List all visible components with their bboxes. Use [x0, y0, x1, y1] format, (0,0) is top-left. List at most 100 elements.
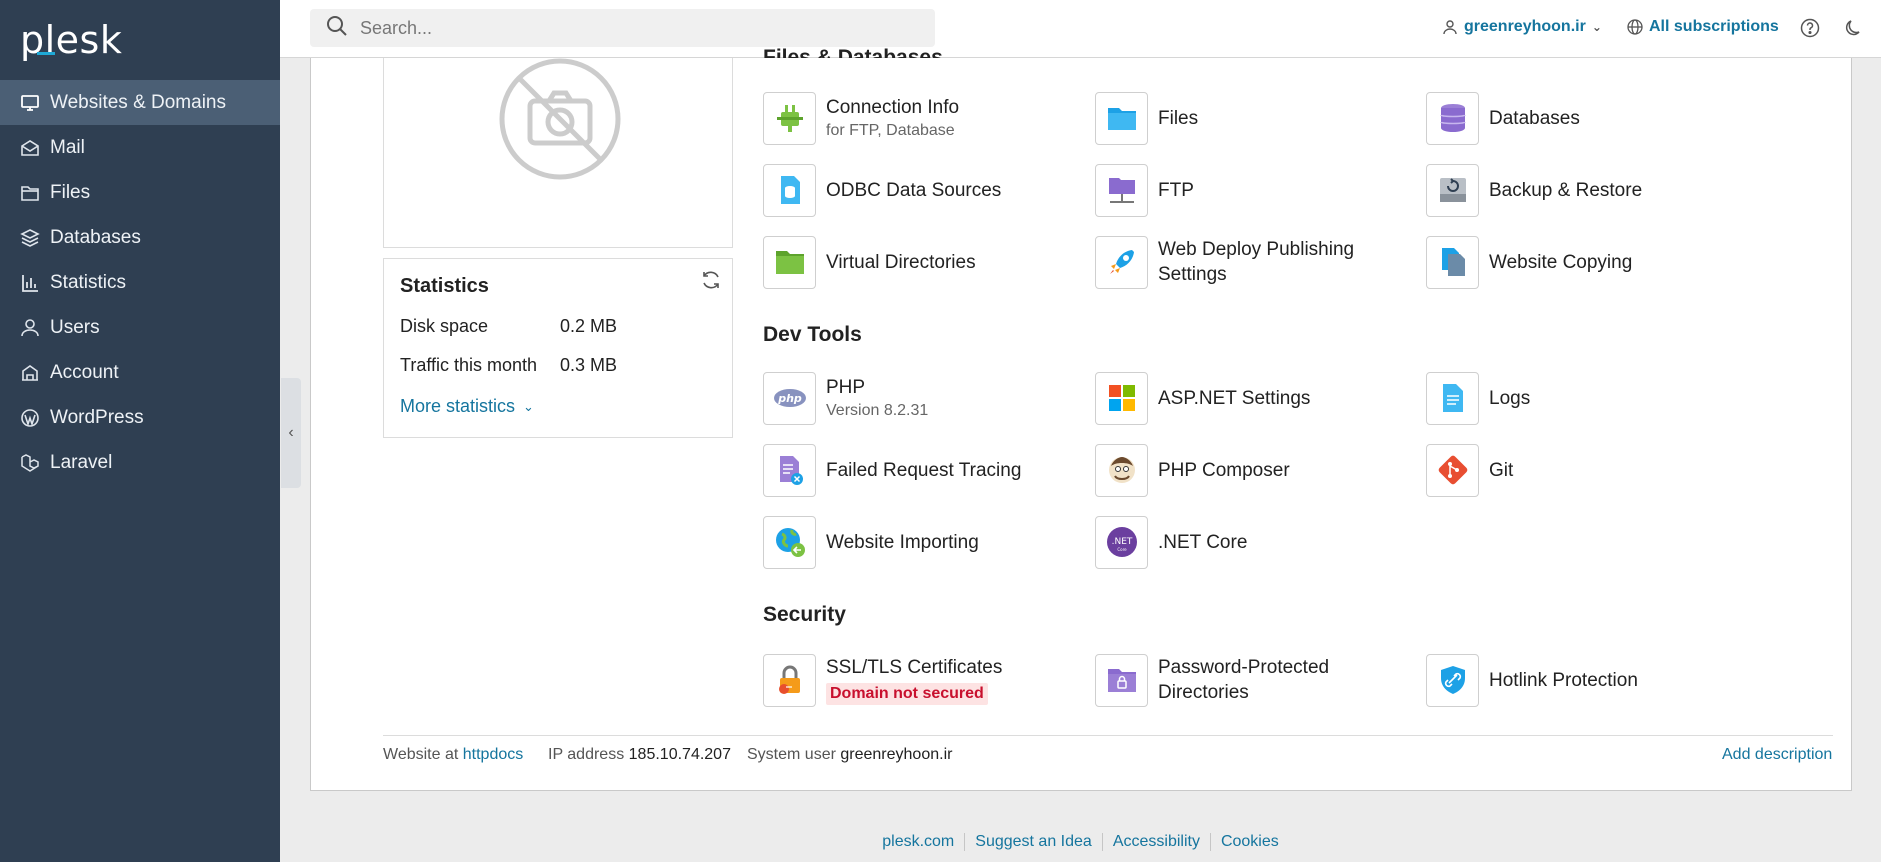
system-user-info: System user greenreyhoon.ir: [747, 746, 952, 764]
top-header: greenreyhoon.ir ⌄ All subscriptions: [280, 0, 1881, 58]
sidebar-item-label: Websites & Domains: [50, 91, 226, 113]
tool-label: ODBC Data Sources: [826, 179, 1002, 201]
website-at-label: Website at: [383, 746, 459, 763]
tool-connection-info[interactable]: Connection Info for FTP, Database: [763, 91, 1083, 145]
tool-label: Files: [1158, 107, 1199, 129]
search-input[interactable]: [360, 17, 920, 39]
more-statistics-label: More statistics: [400, 396, 516, 416]
sidebar-nav: Websites & Domains Mail Files Databases …: [0, 80, 280, 485]
svg-text:Core: Core: [1117, 547, 1127, 552]
user-icon: [1442, 19, 1458, 35]
tool-hotlink-protection[interactable]: Hotlink Protection: [1426, 653, 1746, 707]
backup-icon: [1426, 163, 1479, 217]
divider: [383, 735, 1833, 736]
copy-icon: [1426, 235, 1479, 289]
tool-sublabel: for FTP, Database: [826, 121, 955, 139]
more-statistics-link[interactable]: More statistics ⌄: [400, 396, 534, 417]
chevron-down-icon: ⌄: [523, 398, 534, 414]
tool-virtual-directories[interactable]: Virtual Directories: [763, 235, 1083, 289]
footer-link-suggest-idea[interactable]: Suggest an Idea: [964, 833, 1102, 851]
tool-website-copying[interactable]: Website Copying: [1426, 235, 1746, 289]
sidebar-item-files[interactable]: Files: [0, 170, 280, 215]
svg-text:.NET: .NET: [1111, 537, 1132, 547]
tool-ssl-certificates[interactable]: SSL/TLS Certificates Domain not secured: [763, 653, 1083, 707]
user-menu[interactable]: greenreyhoon.ir ⌄: [1442, 18, 1602, 36]
tool-label: Git: [1489, 459, 1514, 481]
git-icon: [1426, 443, 1479, 497]
tool-ftp[interactable]: FTP: [1095, 163, 1415, 217]
tool-label: .NET Core: [1158, 531, 1248, 553]
tool-git[interactable]: Git: [1426, 443, 1746, 497]
search-icon: [326, 15, 348, 42]
tool-label: SSL/TLS Certificates: [826, 657, 1003, 678]
sidebar-item-label: Users: [50, 316, 100, 338]
system-user-value: greenreyhoon.ir: [840, 746, 953, 763]
sidebar-item-laravel[interactable]: Laravel: [0, 440, 280, 485]
add-description-link[interactable]: Add description: [1722, 746, 1832, 764]
sidebar-item-account[interactable]: Account: [0, 350, 280, 395]
footer-link-cookies[interactable]: Cookies: [1209, 833, 1289, 851]
sidebar-item-statistics[interactable]: Statistics: [0, 260, 280, 305]
footer-link-plesk[interactable]: plesk.com: [872, 833, 964, 851]
help-icon[interactable]: [1800, 18, 1820, 38]
footer-link-accessibility[interactable]: Accessibility: [1101, 833, 1210, 851]
tool-files[interactable]: Files: [1095, 91, 1415, 145]
ip-address-value: 185.10.74.207: [628, 746, 731, 763]
statistics-title: Statistics: [400, 275, 489, 297]
tool-php-composer[interactable]: PHP Composer: [1095, 443, 1415, 497]
svg-text:php: php: [777, 392, 802, 405]
main-content: Statistics Disk space 0.2 MB Traffic thi…: [310, 46, 1852, 791]
statistics-panel: Statistics Disk space 0.2 MB Traffic thi…: [383, 258, 733, 438]
section-title-security: Security: [763, 603, 846, 626]
subscriptions-label: All subscriptions: [1649, 18, 1779, 35]
composer-icon: [1095, 443, 1148, 497]
dark-mode-icon[interactable]: [1844, 18, 1864, 38]
tool-label: Hotlink Protection: [1489, 669, 1638, 691]
user-name: greenreyhoon.ir: [1464, 18, 1586, 35]
domain-not-secured-badge: Domain not secured: [826, 683, 988, 705]
plesk-logo[interactable]: plesk: [20, 18, 122, 62]
sidebar-item-label: Laravel: [50, 451, 113, 473]
httpdocs-link[interactable]: httpdocs: [463, 746, 523, 763]
tool-label: Logs: [1489, 387, 1531, 409]
tool-databases[interactable]: Databases: [1426, 91, 1746, 145]
sidebar-item-databases[interactable]: Databases: [0, 215, 280, 260]
sidebar-item-label: Databases: [50, 226, 141, 248]
tool-label: ASP.NET Settings: [1158, 387, 1311, 409]
tool-php[interactable]: php PHP Version 8.2.31: [763, 371, 1083, 425]
tool-aspnet[interactable]: ASP.NET Settings: [1095, 371, 1415, 425]
tool-password-protected-directories[interactable]: Password-Protected Directories: [1095, 653, 1415, 707]
odbc-icon: [763, 163, 816, 217]
section-title-dev-tools: Dev Tools: [763, 323, 862, 346]
sidebar-item-mail[interactable]: Mail: [0, 125, 280, 170]
sidebar-item-wordpress[interactable]: WordPress: [0, 395, 280, 440]
tool-label: Connection Info: [826, 96, 960, 118]
tool-backup[interactable]: Backup & Restore: [1426, 163, 1746, 217]
database-icon: [20, 228, 40, 248]
sidebar-item-label: Account: [50, 361, 119, 383]
collapse-sidebar-button[interactable]: ‹: [281, 378, 301, 488]
website-at-info: Website at httpdocs: [383, 746, 523, 764]
tool-odbc[interactable]: ODBC Data Sources: [763, 163, 1083, 217]
tool-dotnet-core[interactable]: .NET Core .NET Core: [1095, 515, 1415, 569]
sidebar-item-websites-domains[interactable]: Websites & Domains: [0, 80, 280, 125]
green-folder-icon: [763, 235, 816, 289]
sidebar-item-users[interactable]: Users: [0, 305, 280, 350]
tool-website-importing[interactable]: Website Importing: [763, 515, 1083, 569]
sidebar-item-label: Files: [50, 181, 91, 203]
sidebar: plesk Websites & Domains Mail Files Data…: [0, 0, 280, 862]
ftp-icon: [1095, 163, 1148, 217]
sidebar-item-label: Statistics: [50, 271, 127, 293]
tool-logs[interactable]: Logs: [1426, 371, 1746, 425]
tool-label: FTP: [1158, 179, 1194, 201]
tool-web-deploy[interactable]: Web Deploy Publishing Settings: [1095, 235, 1415, 289]
logo-accent: [37, 52, 55, 55]
no-screenshot-icon: [499, 58, 621, 180]
page-footer: plesk.com Suggest an Idea Accessibility …: [280, 822, 1881, 862]
bar-chart-icon: [20, 273, 40, 293]
refresh-icon[interactable]: [700, 269, 722, 291]
tool-failed-request-tracing[interactable]: Failed Request Tracing: [763, 443, 1083, 497]
tool-label: Virtual Directories: [826, 251, 976, 273]
tool-sublabel: Version 8.2.31: [826, 401, 929, 419]
subscriptions-menu[interactable]: All subscriptions: [1627, 18, 1779, 36]
